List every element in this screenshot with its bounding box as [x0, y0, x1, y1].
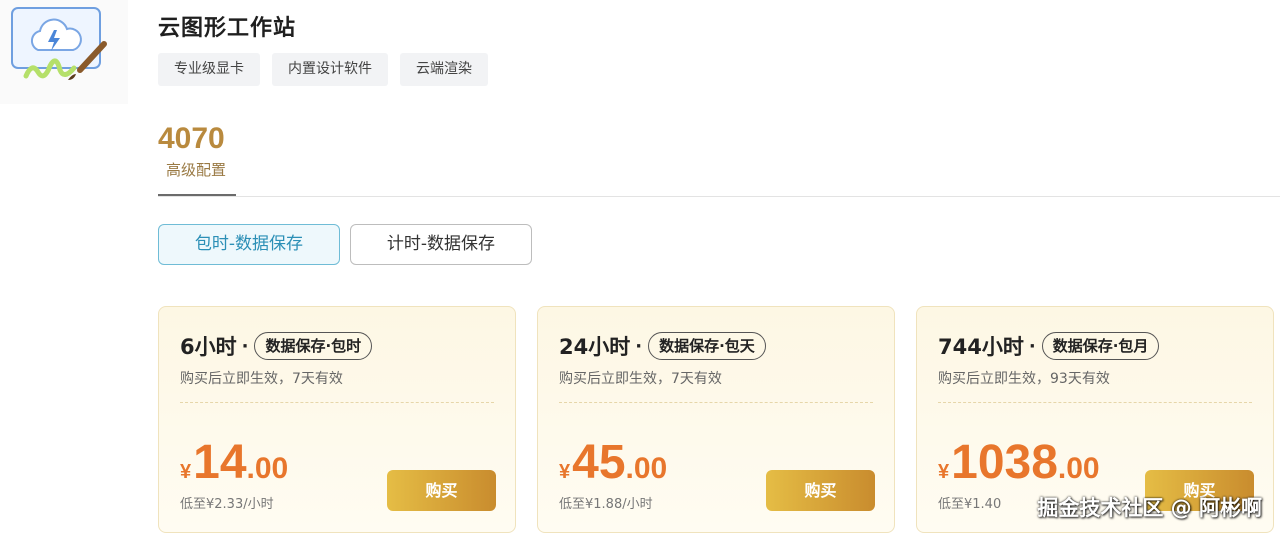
price-integer: 1038: [951, 436, 1058, 489]
buy-button[interactable]: 购买: [387, 470, 496, 511]
price-decimal: .00: [1057, 452, 1100, 485]
billing-mode-package-button[interactable]: 包时-数据保存: [158, 224, 340, 265]
separator-dot: ·: [1028, 335, 1036, 357]
plan-badge: 数据保存·包天: [648, 332, 766, 360]
plan-badge: 数据保存·包月: [1041, 332, 1160, 360]
feature-tag: 云端渲染: [400, 53, 488, 86]
feature-tag: 内置设计软件: [272, 53, 388, 86]
plan-price: ¥14.00: [180, 435, 288, 490]
plan-header: 6小时 · 数据保存·包时: [180, 331, 373, 361]
separator-dot: ·: [241, 335, 249, 357]
plan-unit-price: 低至¥1.88/小时: [559, 497, 653, 512]
plan-badge: 数据保存·包时: [254, 332, 373, 360]
plan-validity: 购买后立即生效，7天有效: [559, 371, 722, 387]
price-integer: 14: [193, 436, 247, 489]
watermark: 掘金技术社区 @ 阿彬啊: [1037, 496, 1262, 520]
price-decimal: .00: [246, 452, 289, 485]
cloud-brush-icon: [11, 7, 107, 80]
plan-duration: 744小时: [938, 335, 1024, 359]
page-title: 云图形工作站: [158, 16, 297, 41]
separator-dot: ·: [635, 335, 643, 357]
plan-price: ¥45.00: [559, 435, 667, 490]
currency-symbol: ¥: [180, 461, 192, 483]
currency-symbol: ¥: [938, 461, 950, 483]
plan-card-6h: 6小时 · 数据保存·包时 购买后立即生效，7天有效 ¥14.00 低至¥2.3…: [158, 306, 516, 533]
feature-tag: 专业级显卡: [158, 53, 260, 86]
plan-duration: 24小时: [559, 335, 631, 359]
tab-spec-4070[interactable]: 4070 高级配置: [158, 120, 236, 196]
feature-tags: 专业级显卡 内置设计软件 云端渲染: [158, 53, 488, 86]
buy-button[interactable]: 购买: [766, 470, 875, 511]
billing-mode-metered-button[interactable]: 计时-数据保存: [350, 224, 532, 265]
card-divider: [180, 402, 494, 403]
tab-divider: [158, 196, 1280, 197]
plan-header: 24小时 · 数据保存·包天: [559, 331, 766, 361]
plan-price: ¥1038.00: [938, 435, 1100, 490]
price-decimal: .00: [625, 452, 668, 485]
plan-unit-price: 低至¥2.33/小时: [180, 497, 274, 512]
app-logo: [0, 0, 128, 104]
plan-duration: 6小时: [180, 335, 237, 359]
card-divider: [938, 402, 1252, 403]
card-divider: [559, 402, 873, 403]
spec-number: 4070: [158, 122, 225, 155]
spec-label: 高级配置: [166, 161, 227, 179]
price-integer: 45: [572, 436, 626, 489]
plan-validity: 购买后立即生效，7天有效: [180, 371, 343, 387]
currency-symbol: ¥: [559, 461, 571, 483]
plan-validity: 购买后立即生效，93天有效: [938, 371, 1110, 387]
plan-header: 744小时 · 数据保存·包月: [938, 331, 1160, 361]
plan-unit-price: 低至¥1.40: [938, 497, 1002, 512]
plan-card-24h: 24小时 · 数据保存·包天 购买后立即生效，7天有效 ¥45.00 低至¥1.…: [537, 306, 895, 533]
